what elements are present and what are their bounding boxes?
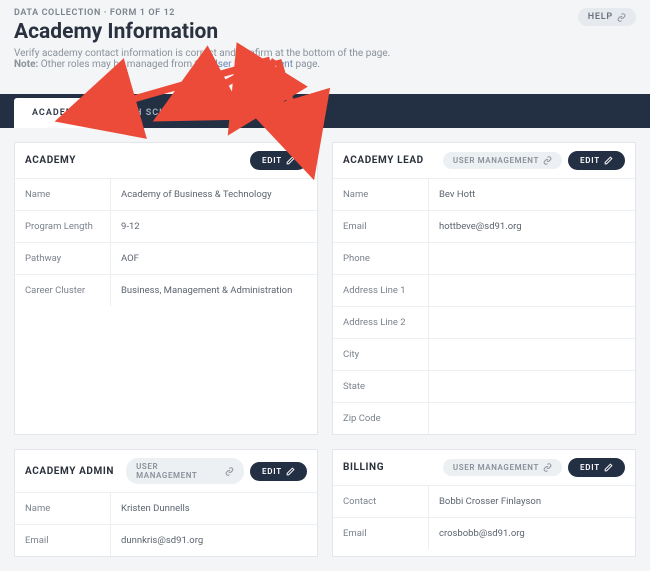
subtitle-line1: Verify academy contact information is co…: [14, 48, 390, 59]
pencil-icon: [604, 463, 613, 472]
table-row: Zip Code: [333, 402, 635, 434]
row-value: hottbeve@sd91.org: [428, 211, 635, 242]
card-lead-title: ACADEMY LEAD: [343, 155, 424, 166]
table-row: ContactBobbi Crosser Finlayson: [333, 485, 635, 517]
card-academy-lead: ACADEMY LEAD USER MANAGEMENT EDIT NameBe…: [332, 142, 636, 435]
row-label: Email: [15, 525, 110, 556]
subtitle-note: Other roles may be managed from the: [38, 59, 211, 70]
table-row: Pathway AOF: [15, 242, 317, 274]
table-row: Name Academy of Business & Technology: [15, 178, 317, 210]
edit-admin-button[interactable]: EDIT: [250, 462, 307, 481]
card-lead-header: ACADEMY LEAD USER MANAGEMENT EDIT: [333, 143, 635, 178]
table-row: Address Line 1: [333, 274, 635, 306]
row-value: AOF: [110, 243, 317, 274]
card-admin-title: ACADEMY ADMIN: [25, 466, 114, 477]
row-label: Contact: [333, 486, 428, 517]
link-icon: [543, 463, 552, 472]
pencil-icon: [286, 467, 295, 476]
card-academy: ACADEMY EDIT Name Academy of Business & …: [14, 142, 318, 435]
tab-bar: ACADEMY HIGH SCHOOL DISTRICT: [0, 94, 650, 128]
row-value: Business, Management & Administration: [110, 275, 317, 306]
edit-label: EDIT: [580, 463, 600, 472]
card-billing-header: BILLING USER MANAGEMENT EDIT: [333, 450, 635, 485]
row-label: Phone: [333, 243, 428, 274]
user-management-pill[interactable]: USER MANAGEMENT: [126, 458, 244, 484]
breadcrumb: DATA COLLECTION · FORM 1 OF 12: [14, 8, 636, 18]
pill-label: USER MANAGEMENT: [136, 462, 221, 480]
row-label: Program Length: [15, 211, 110, 242]
row-label: Career Cluster: [15, 275, 110, 306]
page-title: Academy Information: [14, 20, 636, 44]
user-management-pill[interactable]: USER MANAGEMENT: [443, 459, 562, 476]
tab-academy[interactable]: ACADEMY: [14, 98, 99, 128]
table-row: NameBev Hott: [333, 178, 635, 210]
row-label: Name: [15, 493, 110, 524]
table-row: City: [333, 338, 635, 370]
row-label: Zip Code: [333, 403, 428, 434]
row-value: [428, 339, 635, 370]
card-billing: BILLING USER MANAGEMENT EDIT ContactBobb…: [332, 449, 636, 557]
card-admin-header: ACADEMY ADMIN USER MANAGEMENT EDIT: [15, 450, 317, 492]
card-academy-header: ACADEMY EDIT: [15, 143, 317, 178]
table-row: Emailhottbeve@sd91.org: [333, 210, 635, 242]
link-icon: [225, 467, 234, 476]
table-row: NameKristen Dunnells: [15, 492, 317, 524]
row-value: Bev Hott: [428, 179, 635, 210]
row-label: Email: [333, 518, 428, 549]
pencil-icon: [286, 156, 295, 165]
user-management-link[interactable]: User Management: [211, 59, 293, 70]
row-label: Name: [15, 179, 110, 210]
tab-district[interactable]: DISTRICT: [205, 98, 288, 128]
table-row: Emailcrosbobb@sd91.org: [333, 517, 635, 549]
page-subtitle: Verify academy contact information is co…: [14, 48, 636, 70]
table-row: Address Line 2: [333, 306, 635, 338]
table-row: Career Cluster Business, Management & Ad…: [15, 274, 317, 306]
row-value: [428, 403, 635, 434]
tab-high-school[interactable]: HIGH SCHOOL: [99, 98, 205, 128]
help-button[interactable]: HELP: [578, 8, 636, 26]
subtitle-note-label: Note:: [14, 59, 38, 70]
table-row: State: [333, 370, 635, 402]
row-value: [428, 243, 635, 274]
pill-label: USER MANAGEMENT: [453, 463, 539, 472]
pencil-icon: [604, 156, 613, 165]
row-value: 9-12: [110, 211, 317, 242]
row-value: Academy of Business & Technology: [110, 179, 317, 210]
row-label: State: [333, 371, 428, 402]
edit-academy-button[interactable]: EDIT: [250, 151, 307, 170]
row-label: Address Line 1: [333, 275, 428, 306]
card-academy-title: ACADEMY: [25, 155, 76, 166]
user-management-pill[interactable]: USER MANAGEMENT: [443, 152, 562, 169]
table-row: Program Length 9-12: [15, 210, 317, 242]
row-label: Name: [333, 179, 428, 210]
row-value: [428, 307, 635, 338]
row-label: Address Line 2: [333, 307, 428, 338]
link-icon: [617, 13, 626, 22]
link-icon: [543, 156, 552, 165]
card-billing-title: BILLING: [343, 462, 384, 473]
row-value: crosbobb@sd91.org: [428, 518, 635, 549]
table-row: Emaildunnkris@sd91.org: [15, 524, 317, 556]
row-label: City: [333, 339, 428, 370]
row-label: Email: [333, 211, 428, 242]
row-value: Bobbi Crosser Finlayson: [428, 486, 635, 517]
table-row: Phone: [333, 242, 635, 274]
row-value: Kristen Dunnells: [110, 493, 317, 524]
edit-label: EDIT: [262, 467, 282, 476]
subtitle-post: page.: [293, 59, 320, 70]
edit-label: EDIT: [262, 156, 282, 165]
content-area: ACADEMY EDIT Name Academy of Business & …: [0, 128, 650, 571]
edit-label: EDIT: [580, 156, 600, 165]
card-academy-admin: ACADEMY ADMIN USER MANAGEMENT EDIT NameK…: [14, 449, 318, 557]
help-label: HELP: [588, 12, 613, 22]
row-value: [428, 275, 635, 306]
row-value: dunnkris@sd91.org: [110, 525, 317, 556]
row-label: Pathway: [15, 243, 110, 274]
page-header: DATA COLLECTION · FORM 1 OF 12 Academy I…: [0, 0, 650, 76]
row-value: [428, 371, 635, 402]
edit-billing-button[interactable]: EDIT: [568, 458, 625, 477]
edit-lead-button[interactable]: EDIT: [568, 151, 625, 170]
pill-label: USER MANAGEMENT: [453, 156, 539, 165]
